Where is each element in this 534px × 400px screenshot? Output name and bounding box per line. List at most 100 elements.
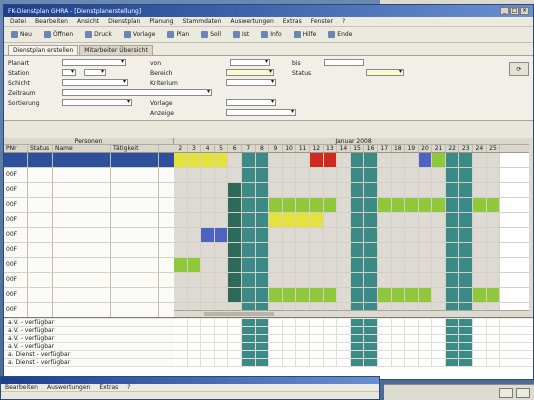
shift-cell[interactable] [269,228,283,242]
availability-row[interactable]: a.V. - verfügbar [4,335,533,343]
shift-cell[interactable] [309,258,324,272]
shift-cell[interactable] [309,153,324,167]
column-header-role[interactable]: Tätigkeit [111,145,159,152]
shift-cell[interactable] [337,168,351,182]
shift-cell[interactable] [214,168,229,182]
shift-cell[interactable] [282,258,297,272]
menu-extras[interactable]: Extras [283,18,302,25]
shift-cell[interactable] [364,243,378,257]
shift-cell[interactable] [296,258,310,272]
shift-cell[interactable] [296,198,310,212]
table-row[interactable]: 00F [4,183,533,198]
bereich-select[interactable] [226,69,274,76]
shift-cell[interactable] [350,258,365,272]
shift-cell[interactable] [174,288,188,302]
shift-cell[interactable] [309,168,324,182]
day-header[interactable]: 21 [432,145,446,152]
shift-cell[interactable] [296,243,310,257]
shift-cell[interactable] [432,168,446,182]
shift-cell[interactable] [418,168,433,182]
shift-cell[interactable] [282,273,297,287]
table-row[interactable]: 00F [4,168,533,183]
shift-cell[interactable] [405,153,419,167]
secondary-menu-bearbeiten[interactable]: Bearbeiten [5,384,38,391]
shift-cell[interactable] [241,273,256,287]
shift-cell[interactable] [445,288,460,302]
shift-cell[interactable] [405,243,419,257]
shift-cell[interactable] [405,183,419,197]
shift-cell[interactable] [174,153,188,167]
shift-cell[interactable] [323,288,338,302]
von-select[interactable] [230,59,270,66]
day-header[interactable]: 5 [215,145,229,152]
shift-cell[interactable] [486,288,501,302]
shift-cell[interactable] [486,258,501,272]
shift-cell[interactable] [337,198,351,212]
toolbar-button-target[interactable]: Soll [198,29,224,41]
shift-cell[interactable] [350,153,365,167]
tab-mitarbeiter-uebersicht[interactable]: Mitarbeiter Übersicht [79,45,153,55]
shift-cell[interactable] [445,153,460,167]
table-row[interactable]: 00F [4,273,533,288]
shift-cell[interactable] [486,153,501,167]
shift-cell[interactable] [174,198,188,212]
shift-cell[interactable] [323,258,338,272]
kriterium-select[interactable] [226,79,276,86]
shift-cell[interactable] [418,273,433,287]
shift-cell[interactable] [296,153,310,167]
shift-cell[interactable] [391,288,406,302]
shift-cell[interactable] [269,273,283,287]
shift-cell[interactable] [337,273,351,287]
shift-cell[interactable] [473,258,487,272]
shift-cell[interactable] [364,273,378,287]
shift-cell[interactable] [228,288,242,302]
day-header[interactable]: 19 [405,145,419,152]
menu-planung[interactable]: Planung [149,18,173,25]
shift-cell[interactable] [241,228,256,242]
shift-cell[interactable] [296,183,310,197]
shift-cell[interactable] [228,258,242,272]
shift-cell[interactable] [459,273,474,287]
day-header[interactable]: 12 [310,145,324,152]
shift-cell[interactable] [391,183,406,197]
shift-cell[interactable] [377,228,392,242]
shift-cell[interactable] [486,213,501,227]
shift-cell[interactable] [405,273,419,287]
refresh-button[interactable]: ⟳ [509,62,529,76]
shift-cell[interactable] [377,258,392,272]
availability-row[interactable]: a.V. - verfügbar [4,343,533,351]
shift-cell[interactable] [255,288,270,302]
table-row[interactable]: 00F [4,198,533,213]
menu-datei[interactable]: Datei [10,18,26,25]
shift-cell[interactable] [201,153,215,167]
toolbar-button-actual[interactable]: Ist [230,29,252,41]
shift-cell[interactable] [309,228,324,242]
shift-cell[interactable] [432,258,446,272]
menu-stammdaten[interactable]: Stammdaten [183,18,222,25]
shift-cell[interactable] [391,213,406,227]
shift-cell[interactable] [405,288,419,302]
shift-cell[interactable] [377,288,392,302]
shift-cell[interactable] [405,228,419,242]
shift-cell[interactable] [432,288,446,302]
shift-cell[interactable] [296,168,310,182]
shift-cell[interactable] [350,243,365,257]
shift-cell[interactable] [241,198,256,212]
shift-cell[interactable] [418,183,433,197]
shift-cell[interactable] [337,183,351,197]
schicht-select[interactable] [62,79,128,86]
day-header[interactable]: 25 [487,145,501,152]
shift-cell[interactable] [269,288,283,302]
shift-cell[interactable] [255,258,270,272]
tab-dienstplan-erstellen[interactable]: Dienstplan erstellen [8,45,79,55]
anzeige-select[interactable] [226,109,296,116]
secondary-menu-auswertungen[interactable]: Auswertungen [47,384,90,391]
shift-cell[interactable] [174,243,188,257]
shift-cell[interactable] [174,258,188,272]
shift-cell[interactable] [445,258,460,272]
shift-cell[interactable] [445,273,460,287]
shift-cell[interactable] [486,168,501,182]
day-header[interactable]: 3 [188,145,202,152]
toolbar-button-exit[interactable]: Ende [325,29,355,41]
shift-cell[interactable] [187,198,202,212]
